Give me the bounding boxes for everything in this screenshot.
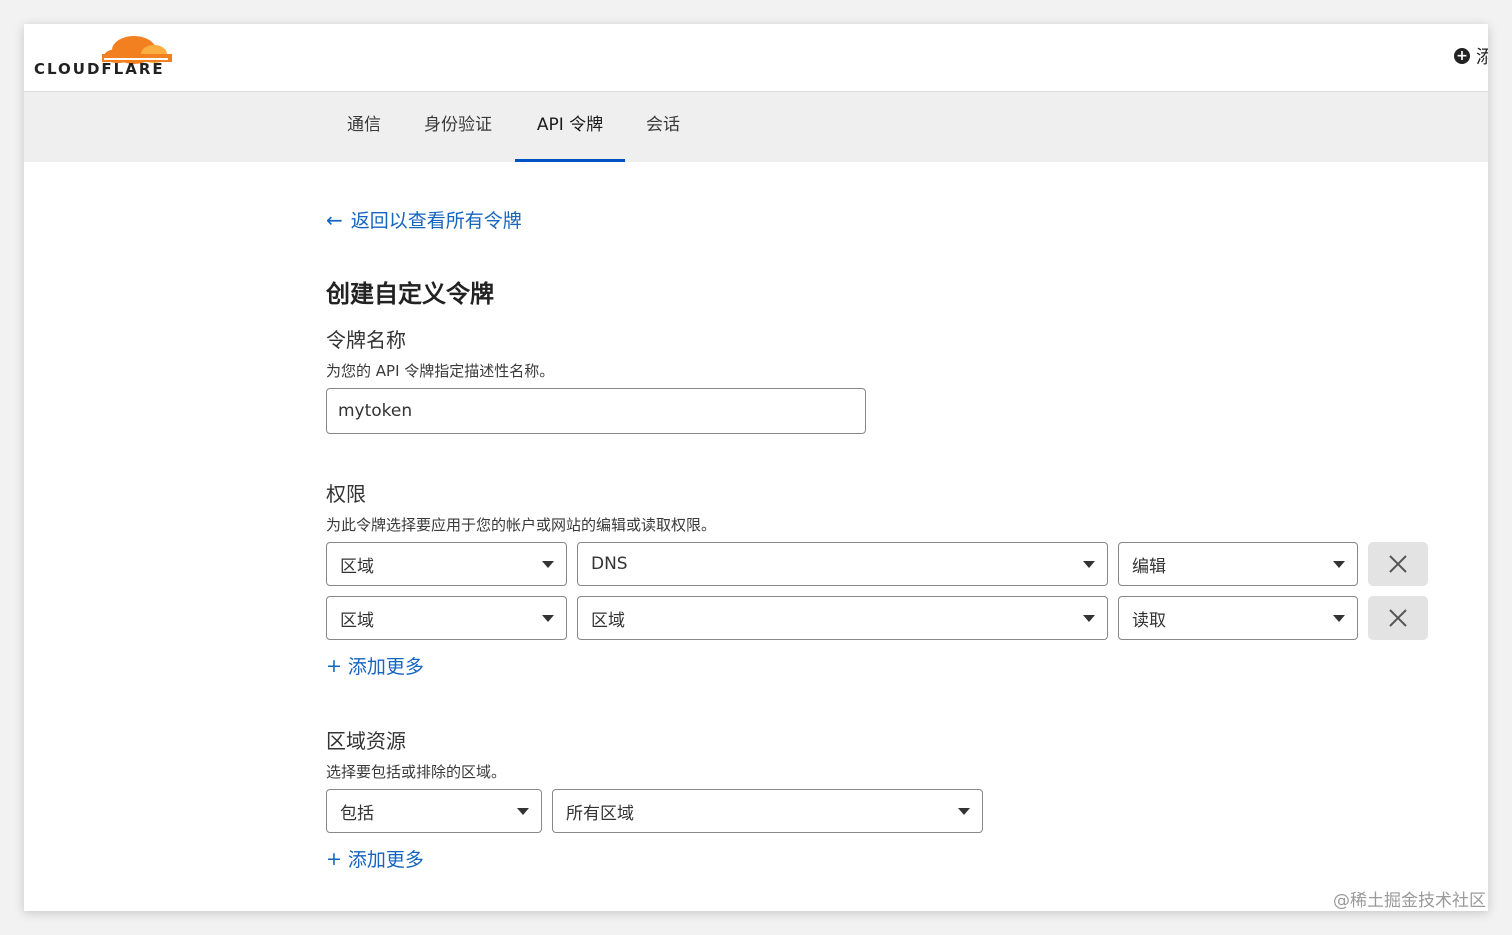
browser-window: CLOUDFLARE + 添 通信 身份验证 API 令牌 会话 ← 返回以查看… [24, 24, 1488, 911]
page-title: 创建自定义令牌 [326, 280, 494, 308]
select-value: DNS [591, 554, 628, 574]
back-link-label: 返回以查看所有令牌 [350, 210, 522, 232]
tab-bar: 通信 身份验证 API 令牌 会话 [24, 92, 1488, 162]
top-bar: CLOUDFLARE + 添 [24, 24, 1488, 92]
add-more-permissions-link[interactable]: + 添加更多 [326, 652, 424, 679]
chevron-down-icon [542, 614, 554, 622]
zone-resources-heading: 区域资源 [326, 729, 406, 753]
tab-api-tokens[interactable]: API 令牌 [515, 92, 625, 162]
permission-scope-select-2[interactable]: 区域 [326, 596, 567, 640]
token-name-description: 为您的 API 令牌指定描述性名称。 [326, 362, 555, 380]
main-content: ← 返回以查看所有令牌 创建自定义令牌 令牌名称 为您的 API 令牌指定描述性… [24, 162, 1488, 911]
arrow-left-icon: ← [326, 207, 343, 232]
remove-permission-button-2[interactable] [1368, 596, 1428, 640]
plus-circle-icon: + [1454, 48, 1470, 64]
add-site-label: 添 [1476, 47, 1488, 68]
permission-access-select-2[interactable]: 读取 [1118, 596, 1358, 640]
permission-access-select-1[interactable]: 编辑 [1118, 542, 1358, 586]
tab-authentication[interactable]: 身份验证 [402, 92, 514, 162]
tab-sessions[interactable]: 会话 [625, 92, 701, 162]
zone-resources-description: 选择要包括或排除的区域。 [326, 763, 507, 781]
permission-scope-select-1[interactable]: 区域 [326, 542, 567, 586]
permissions-description: 为此令牌选择要应用于您的帐户或网站的编辑或读取权限。 [326, 516, 717, 534]
chevron-down-icon [542, 560, 554, 568]
permission-resource-select-1[interactable]: DNS [577, 542, 1108, 586]
permission-resource-select-2[interactable]: 区域 [577, 596, 1108, 640]
select-value: 编辑 [1132, 556, 1166, 577]
close-icon [1389, 609, 1407, 627]
close-icon [1389, 555, 1407, 573]
select-value: 包括 [340, 803, 374, 824]
select-value: 读取 [1132, 610, 1166, 631]
back-to-tokens-link[interactable]: ← 返回以查看所有令牌 [326, 206, 522, 233]
watermark: @稀土掘金技术社区 [1333, 891, 1486, 911]
add-site-button[interactable]: + 添 [1454, 43, 1488, 69]
zone-target-select[interactable]: 所有区域 [552, 789, 983, 833]
plus-icon: + [326, 654, 342, 677]
select-value: 区域 [340, 556, 374, 577]
chevron-down-icon [1083, 614, 1095, 622]
token-name-input[interactable] [326, 388, 866, 434]
select-value: 所有区域 [566, 803, 634, 824]
zone-include-select[interactable]: 包括 [326, 789, 542, 833]
add-more-label: 添加更多 [347, 656, 424, 678]
chevron-down-icon [1333, 614, 1345, 622]
token-name-heading: 令牌名称 [326, 328, 406, 352]
chevron-down-icon [517, 807, 529, 815]
chevron-down-icon [1083, 560, 1095, 568]
chevron-down-icon [958, 807, 970, 815]
remove-permission-button-1[interactable] [1368, 542, 1428, 586]
permissions-heading: 权限 [326, 482, 366, 506]
chevron-down-icon [1333, 560, 1345, 568]
plus-icon: + [326, 847, 342, 870]
tab-communication[interactable]: 通信 [326, 92, 402, 162]
logo-wordmark: CLOUDFLARE [34, 60, 165, 78]
select-value: 区域 [591, 610, 625, 631]
select-value: 区域 [340, 610, 374, 631]
add-more-label: 添加更多 [347, 849, 424, 871]
add-more-zones-link[interactable]: + 添加更多 [326, 845, 424, 872]
cloudflare-logo[interactable]: CLOUDFLARE [34, 28, 174, 86]
